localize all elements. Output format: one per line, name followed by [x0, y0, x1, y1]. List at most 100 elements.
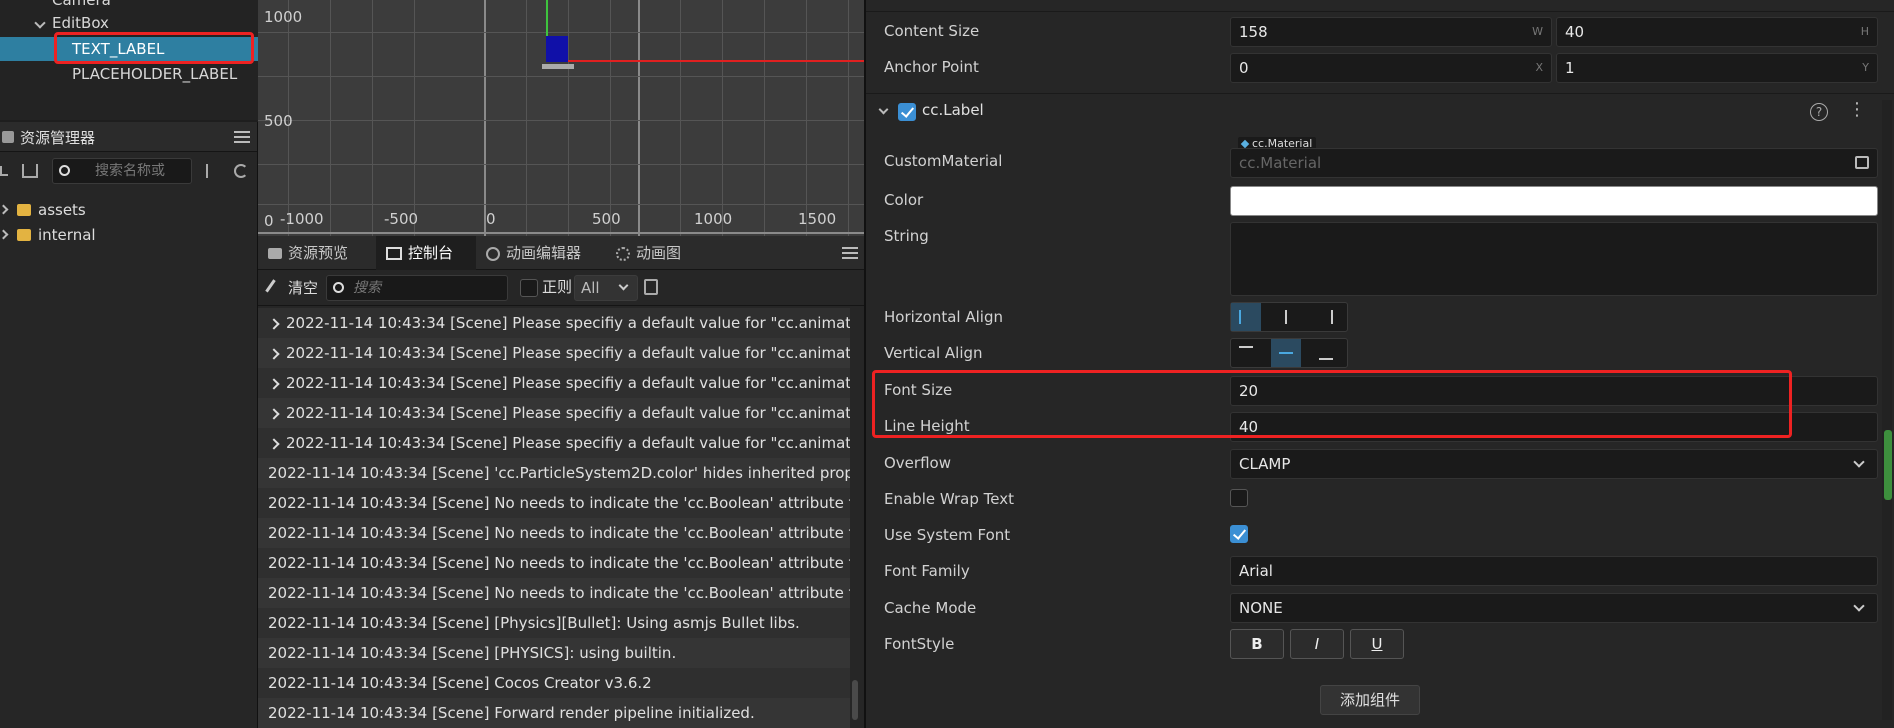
- content-size-width-input[interactable]: 158 W: [1230, 17, 1552, 47]
- add-component-button[interactable]: 添加组件: [1320, 685, 1420, 715]
- console-search-input[interactable]: 搜索: [326, 275, 508, 301]
- axis-label: -500: [384, 210, 419, 228]
- log-row[interactable]: 2022-11-14 10:43:34 [Scene] Please speci…: [258, 398, 850, 428]
- refresh-icon[interactable]: [234, 164, 248, 178]
- log-row[interactable]: 2022-11-14 10:43:34 [Scene] No needs to …: [258, 518, 850, 548]
- expand-chevron-icon[interactable]: [268, 318, 280, 330]
- expand-chevron-icon[interactable]: [268, 378, 280, 390]
- log-row[interactable]: 2022-11-14 10:43:34 [Scene] [PHYSICS]: u…: [258, 638, 850, 668]
- custom-material-value: cc.Material: [1239, 154, 1322, 172]
- tab-assets-preview[interactable]: 资源预览: [258, 236, 376, 270]
- align-right-button[interactable]: [1311, 303, 1341, 331]
- log-row[interactable]: 2022-11-14 10:43:34 [Scene] Cocos Creato…: [258, 668, 850, 698]
- sort-icon[interactable]: [22, 164, 38, 178]
- vertical-align-group: [1230, 338, 1348, 368]
- log-row[interactable]: 2022-11-14 10:43:34 [Scene] Please speci…: [258, 428, 850, 458]
- underline-button[interactable]: U: [1350, 629, 1404, 659]
- font-family-input[interactable]: Arial: [1230, 556, 1878, 586]
- collapse-icon[interactable]: [0, 166, 8, 176]
- search-icon: [333, 282, 344, 293]
- grid-line: [638, 0, 640, 236]
- log-row[interactable]: 2022-11-14 10:43:34 [Scene] Please speci…: [258, 368, 850, 398]
- align-center-button[interactable]: [1271, 303, 1301, 331]
- more-options-icon[interactable]: ⋮: [1848, 101, 1866, 119]
- anchor-x-value: 0: [1239, 59, 1249, 77]
- align-middle-button[interactable]: [1271, 339, 1301, 367]
- tab-console[interactable]: 控制台: [376, 236, 476, 270]
- align-bottom-button[interactable]: [1311, 339, 1341, 367]
- overflow-select[interactable]: CLAMP: [1230, 449, 1878, 479]
- menu-icon[interactable]: [234, 131, 250, 143]
- folder-assets[interactable]: assets: [0, 198, 258, 222]
- custom-material-field[interactable]: cc.Material: [1230, 148, 1878, 178]
- log-row[interactable]: 2022-11-14 10:43:34 [Scene] Forward rend…: [258, 698, 850, 728]
- font-family-label: Font Family: [884, 562, 970, 580]
- list-view-icon[interactable]: [206, 164, 220, 178]
- clear-button[interactable]: 清空: [265, 274, 318, 302]
- assets-header: 资源管理器: [0, 122, 257, 152]
- help-icon[interactable]: ?: [1810, 103, 1828, 121]
- grid-line: [568, 0, 569, 236]
- axis-label: 0: [486, 210, 496, 228]
- axis-label: 1500: [798, 210, 837, 228]
- log-row[interactable]: 2022-11-14 10:43:34 [Scene] 'cc.Particle…: [258, 458, 850, 488]
- component-enabled-checkbox[interactable]: [898, 103, 916, 121]
- component-name: cc.Label: [922, 101, 984, 119]
- bold-button[interactable]: B: [1230, 629, 1284, 659]
- log-row[interactable]: 2022-11-14 10:43:34 [Scene] No needs to …: [258, 488, 850, 518]
- chevron-down-icon: [1853, 600, 1865, 612]
- locate-asset-icon[interactable]: [1855, 156, 1869, 169]
- console-scrollbar[interactable]: [852, 680, 858, 720]
- italic-button[interactable]: I: [1290, 629, 1344, 659]
- log-row[interactable]: 2022-11-14 10:43:34 [Scene] No needs to …: [258, 578, 850, 608]
- align-left-button[interactable]: [1231, 303, 1261, 331]
- log-row[interactable]: 2022-11-14 10:43:34 [Scene] Please speci…: [258, 308, 850, 338]
- tab-animation-graph[interactable]: 动画图: [606, 236, 716, 270]
- log-text: 2022-11-14 10:43:34 [Scene] Please speci…: [286, 314, 850, 332]
- regex-checkbox[interactable]: [520, 279, 538, 297]
- selected-node-gizmo[interactable]: [546, 36, 568, 62]
- inspector-panel: Content Size 158 W 40 H Anchor Point 0X 1Y…: [864, 0, 1894, 728]
- assets-search-input[interactable]: 搜索名称或: [52, 158, 192, 184]
- anchor-y-input[interactable]: 1Y: [1556, 53, 1878, 83]
- component-header[interactable]: cc.Label ? ⋮: [866, 93, 1894, 129]
- expand-chevron-icon[interactable]: [268, 348, 280, 360]
- log-row[interactable]: 2022-11-14 10:43:34 [Scene] [Physics][Bu…: [258, 608, 850, 638]
- grid-line: [680, 0, 681, 236]
- tree-item-placeholder-label[interactable]: PLACEHOLDER_LABEL: [0, 62, 258, 86]
- log-row[interactable]: 2022-11-14 10:43:34 [Scene] Please speci…: [258, 338, 850, 368]
- log-row[interactable]: 2022-11-14 10:43:34 [Scene] No needs to …: [258, 548, 850, 578]
- use-system-font-checkbox[interactable]: [1230, 525, 1248, 543]
- log-level-select[interactable]: All: [574, 275, 638, 301]
- folder-internal[interactable]: internal: [0, 223, 258, 247]
- align-middle-icon: [1279, 352, 1293, 354]
- log-text: 2022-11-14 10:43:34 [Scene] No needs to …: [268, 554, 850, 572]
- height-tag: H: [1860, 25, 1869, 38]
- expand-chevron-icon[interactable]: [0, 229, 9, 240]
- cache-mode-select[interactable]: NONE: [1230, 593, 1878, 623]
- expand-chevron-icon[interactable]: [268, 408, 280, 420]
- content-size-height-input[interactable]: 40 H: [1556, 17, 1878, 47]
- tab-animation-editor[interactable]: 动画编辑器: [476, 236, 606, 270]
- collapse-chevron-icon[interactable]: [878, 104, 889, 115]
- console-toolbar: 清空 搜索 正则 All: [258, 270, 864, 306]
- expand-chevron-icon[interactable]: [0, 204, 9, 215]
- menu-icon[interactable]: [842, 247, 858, 259]
- inspector-scrollbar-track[interactable]: [1882, 100, 1892, 720]
- inspector-scrollbar-thumb[interactable]: [1884, 430, 1892, 500]
- string-textarea[interactable]: [1230, 222, 1878, 296]
- expand-chevron-icon[interactable]: [34, 17, 46, 29]
- grid-line: [764, 0, 765, 236]
- anchor-x-input[interactable]: 0X: [1230, 53, 1552, 83]
- expand-chevron-icon[interactable]: [268, 438, 280, 450]
- node-bounds: [542, 64, 574, 69]
- x-axis-gizmo[interactable]: [548, 60, 864, 62]
- align-center-icon: [1285, 310, 1287, 324]
- animation-graph-icon: [616, 246, 630, 261]
- scene-view[interactable]: 1000 500 0 -1000 -500 0 500 1000 1500: [258, 0, 864, 236]
- color-swatch[interactable]: [1230, 186, 1878, 216]
- save-log-icon[interactable]: [644, 279, 658, 295]
- enable-wrap-checkbox[interactable]: [1230, 489, 1248, 507]
- align-top-button[interactable]: [1231, 339, 1261, 367]
- axis-label: 500: [264, 112, 293, 130]
